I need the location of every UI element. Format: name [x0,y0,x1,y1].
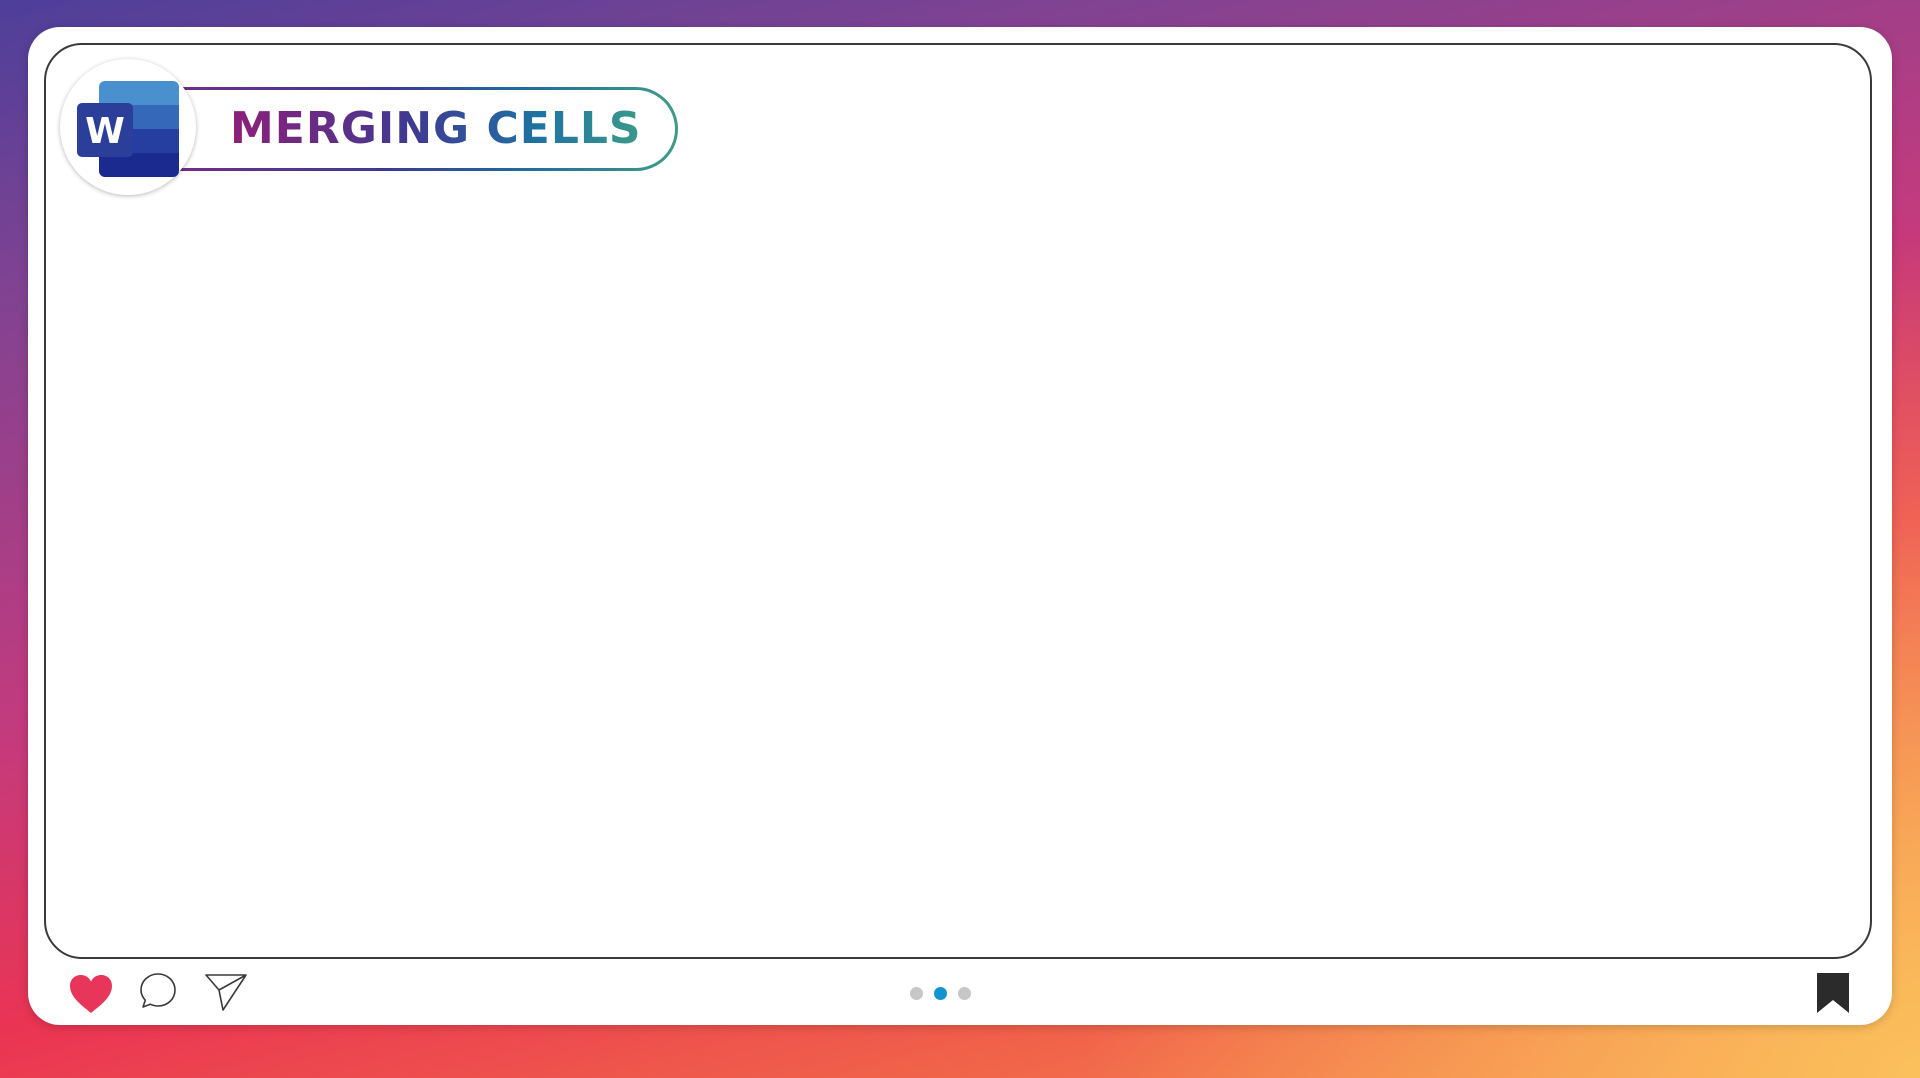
app-badge: W [60,59,196,195]
heart-icon[interactable] [68,973,114,1015]
title-banner-inner: MERGING CELLS [148,90,675,168]
title-banner: MERGING CELLS [148,87,678,171]
send-icon[interactable] [204,971,248,1013]
content-frame [44,43,1872,959]
word-icon-letter: W [85,111,125,152]
pager-dot[interactable] [910,987,923,1000]
post-card: MERGING CELLS W [28,27,1892,1025]
microsoft-word-icon: W [77,81,179,177]
pager-dot[interactable] [958,987,971,1000]
slide-title: MERGING CELLS [230,103,642,154]
carousel-pager [910,987,971,1000]
bookmark-icon[interactable] [1814,971,1852,1015]
pager-dot-active[interactable] [934,987,947,1000]
comment-icon[interactable] [138,971,178,1011]
